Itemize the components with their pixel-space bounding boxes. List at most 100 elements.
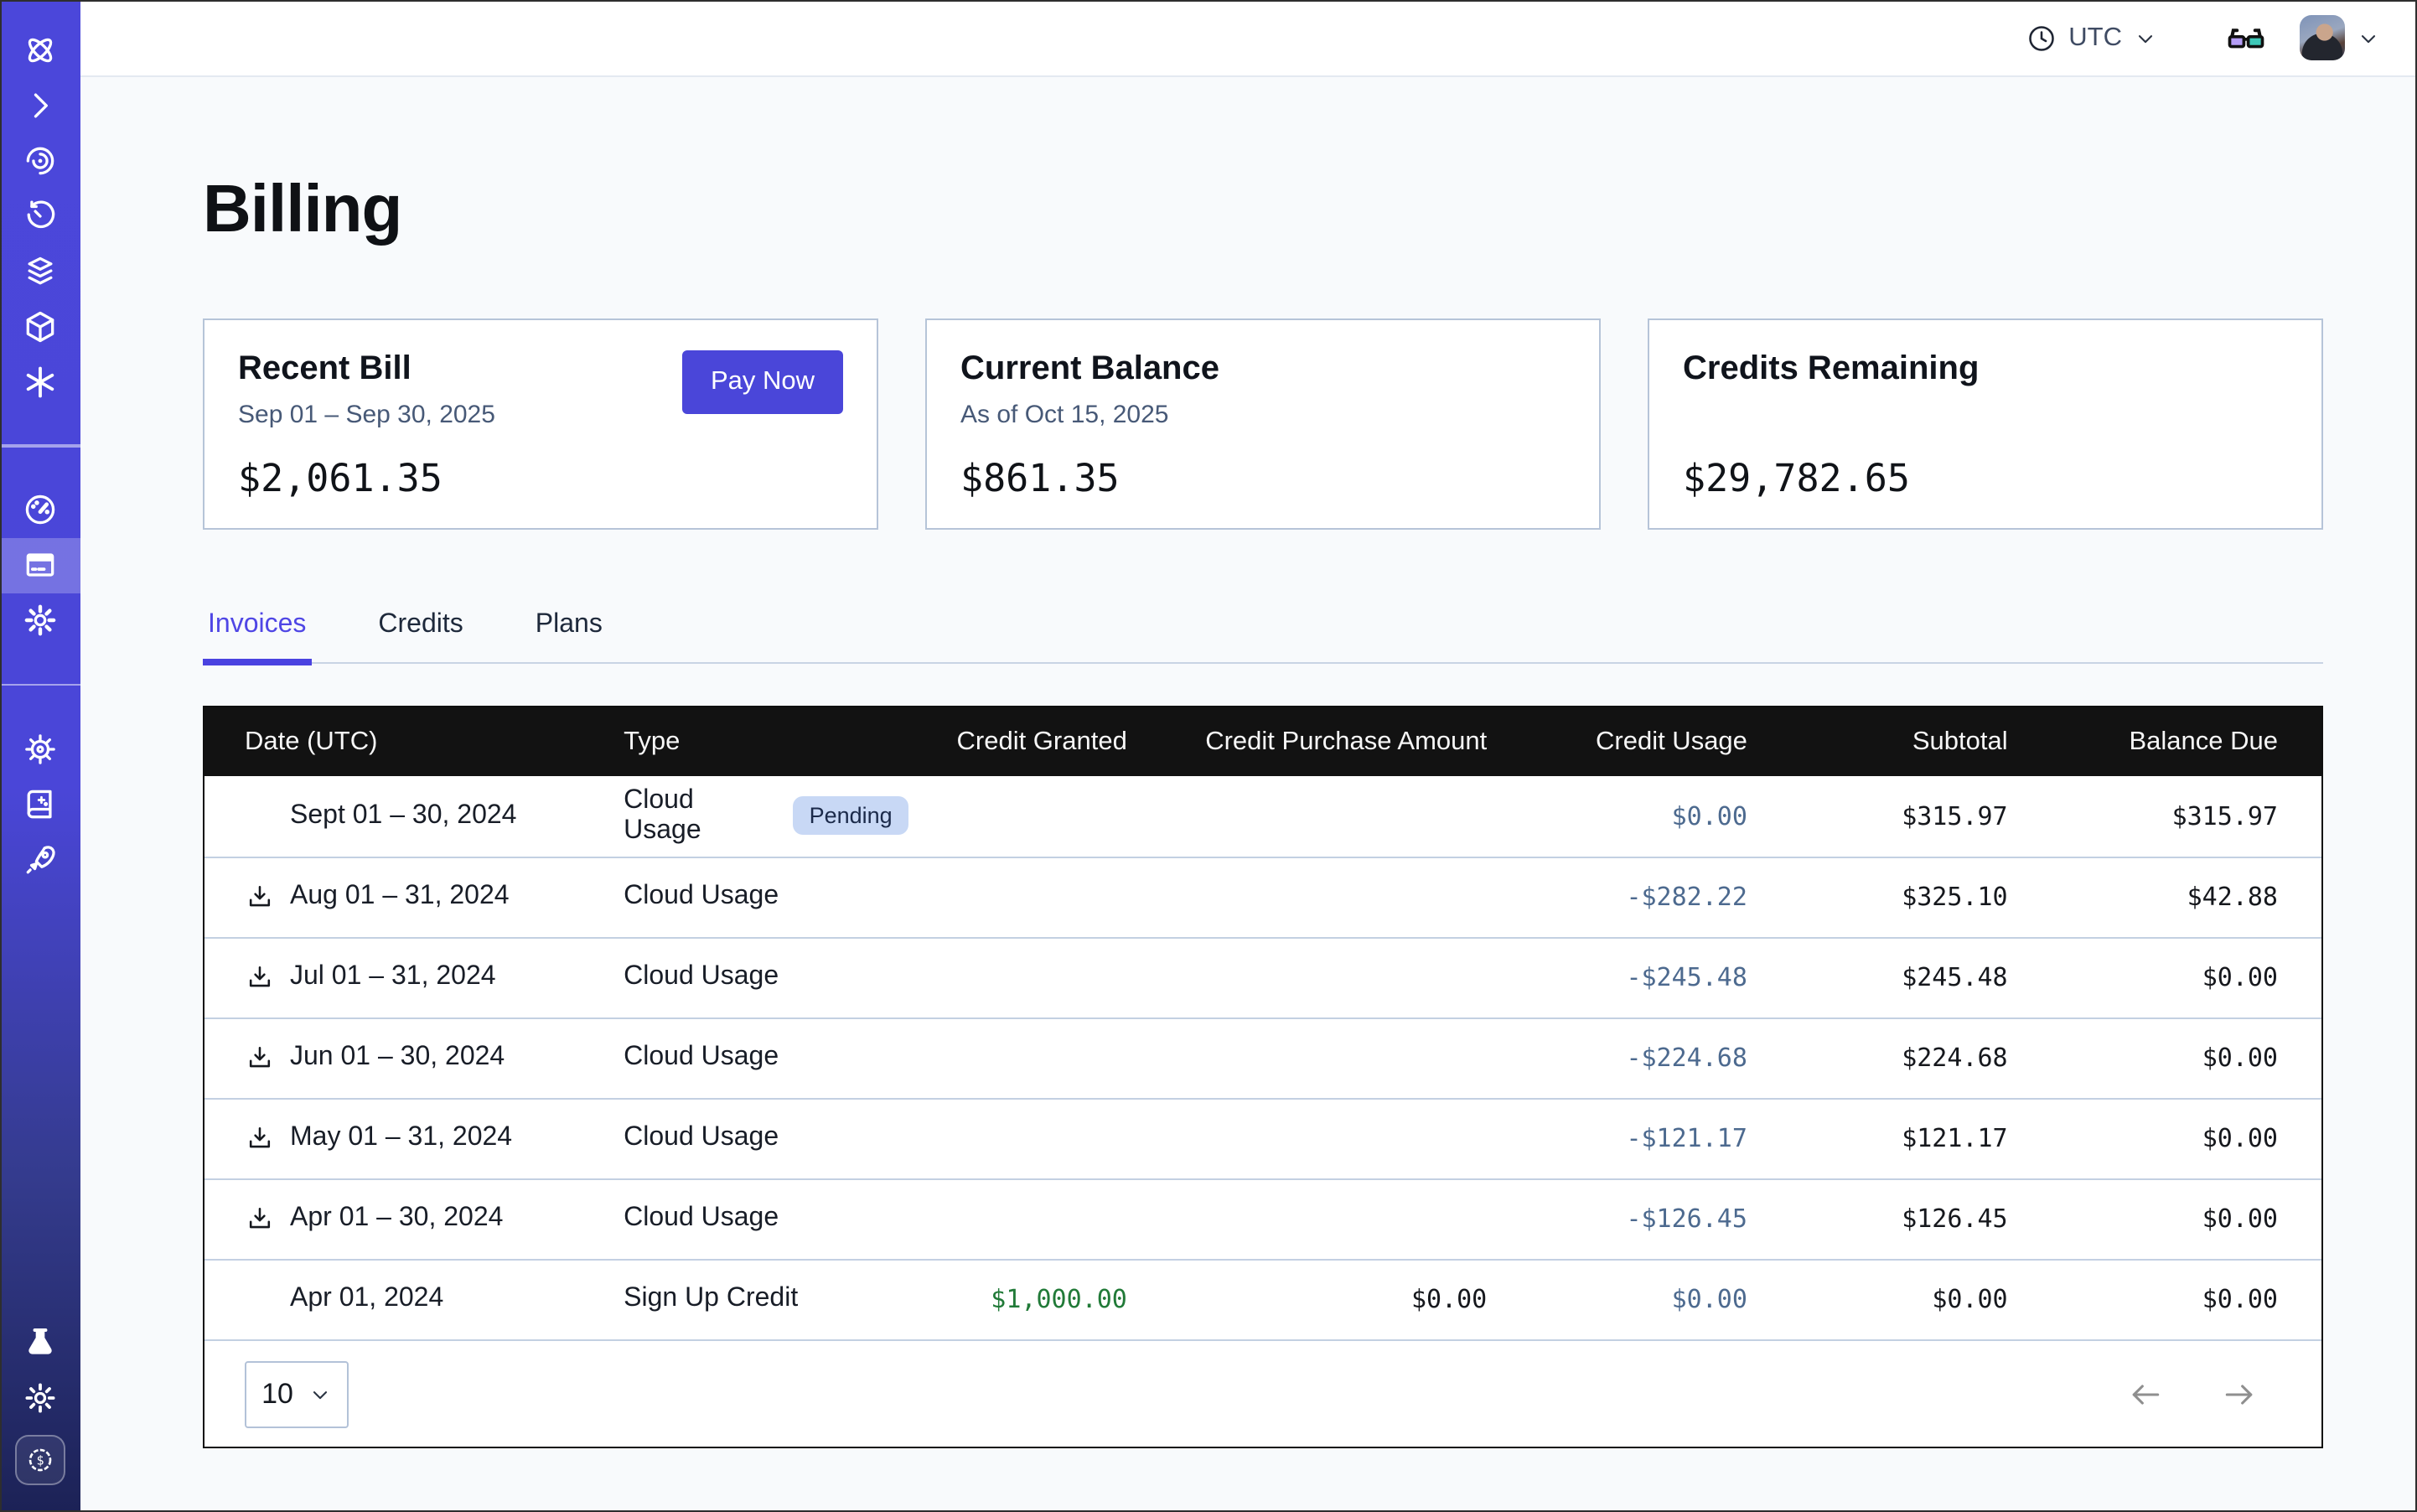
invoice-type: Cloud Usage [624,1043,779,1073]
timezone-selector[interactable]: UTC [2026,23,2157,53]
page-size-value: 10 [261,1377,293,1411]
download-invoice-icon[interactable] [245,962,275,992]
summary-cards: Recent Bill Sep 01 – Sep 30, 2025 $2,061… [203,318,2323,530]
pay-now-button[interactable]: Pay Now [682,350,843,414]
invoice-date: Apr 01, 2024 [290,1285,443,1315]
subtotal-value: $0.00 [1754,1259,2015,1339]
download-invoice-icon[interactable] [245,1204,275,1234]
subtotal-value: $245.48 [1754,937,2015,1017]
sidebar-divider [0,444,80,447]
docs-book-icon[interactable] [0,776,80,831]
theme-sun-icon[interactable] [0,1370,80,1425]
invoice-type: Cloud Usage [624,786,775,847]
subtotal-value: $121.17 [1754,1098,2015,1178]
invoice-date: Jun 01 – 30, 2024 [290,1043,505,1073]
billing-tabs: Invoices Credits Plans [203,610,2323,664]
invoice-type: Sign Up Credit [624,1285,798,1315]
asterisk-icon[interactable] [0,354,80,409]
chevron-down-icon [2134,26,2157,49]
support-helm-icon[interactable] [0,721,80,776]
next-page-arrow-icon[interactable] [2221,1375,2258,1412]
rocket-icon[interactable] [0,831,80,887]
usage-gauge-icon[interactable] [0,482,80,537]
balance-due-value: $0.00 [2015,1017,2321,1098]
sidebar-item-billing[interactable] [0,537,80,593]
prev-page-arrow-icon[interactable] [2127,1375,2164,1412]
credits-remaining-amount: $29,782.65 [1683,458,2288,501]
invoices-table: Date (UTC) Type Credit Granted Credit Pu… [204,707,2321,1339]
credit-purchase-value [1134,857,1493,937]
current-balance-card: Current Balance As of Oct 15, 2025 $861.… [925,318,1601,530]
invoice-row: Aug 01 – 31, 2024 Cloud Usage -$282.22 $… [204,857,2321,937]
sidebar-divider [0,683,80,686]
invoice-date: Sept 01 – 30, 2024 [290,801,516,831]
credit-granted-value [916,857,1134,937]
credit-usage-value: -$245.48 [1493,937,1754,1017]
col-credit-granted: Credit Granted [916,707,1134,776]
subtotal-value: $224.68 [1754,1017,2015,1098]
credit-usage-value: $0.00 [1493,1259,1754,1339]
invoice-row: Apr 01, 2024 Sign Up Credit $1,000.00 $0… [204,1259,2321,1339]
chevron-down-icon [308,1382,332,1406]
download-invoice-icon[interactable] [245,1043,275,1073]
credit-granted-value [916,1098,1134,1178]
app-window: $ UTC Billing Recent Bill Sep 01 – Sep 3… [0,0,2417,1512]
credit-usage-value: -$224.68 [1493,1017,1754,1098]
credit-purchase-value [1134,1178,1493,1259]
page-title: Billing [203,173,2323,248]
card-subtitle [1683,401,2288,431]
credit-granted-value [916,1017,1134,1098]
dollar-badge-icon: $ [23,1443,57,1477]
invoice-date: Aug 01 – 31, 2024 [290,882,510,912]
invoice-type: Cloud Usage [624,1123,779,1153]
table-pagination: 10 [204,1339,2321,1447]
col-type: Type [624,707,916,776]
cube-icon[interactable] [0,298,80,354]
credit-granted-value [916,776,1134,857]
invoice-row: May 01 – 31, 2024 Cloud Usage -$121.17 $… [204,1098,2321,1178]
observe-spiral-icon[interactable] [0,132,80,188]
user-avatar[interactable] [2300,15,2345,60]
credit-purchase-value [1134,1098,1493,1178]
tab-credits[interactable]: Credits [373,610,468,662]
clock-icon [2026,23,2057,53]
labs-flask-icon[interactable] [0,1314,80,1370]
svg-text:$: $ [36,1453,44,1468]
card-subtitle: As of Oct 15, 2025 [960,401,1566,431]
tab-plans[interactable]: Plans [530,610,608,662]
balance-due-value: $0.00 [2015,1178,2321,1259]
invoice-type: Cloud Usage [624,962,779,992]
main-content: Billing Recent Bill Sep 01 – Sep 30, 202… [80,77,2417,1512]
download-invoice-icon[interactable] [245,882,275,912]
balance-due-value: $0.00 [2015,1098,2321,1178]
user-menu-chevron-icon[interactable] [2357,26,2380,49]
page-size-select[interactable]: 10 [245,1360,349,1427]
invoice-row: Jun 01 – 30, 2024 Cloud Usage -$224.68 $… [204,1017,2321,1098]
history-clock-icon[interactable] [0,188,80,243]
credits-remaining-card: Credits Remaining $29,782.65 [1648,318,2323,530]
balance-due-value: $315.97 [2015,776,2321,857]
invoice-row: Sept 01 – 30, 2024 Cloud Usage Pending $… [204,776,2321,857]
glasses-icon[interactable] [2224,16,2268,60]
col-credit-usage: Credit Usage [1493,707,1754,776]
col-balance-due: Balance Due [2015,707,2321,776]
credit-purchase-value [1134,937,1493,1017]
download-invoice-icon[interactable] [245,1123,275,1153]
credit-granted-value [916,937,1134,1017]
balance-due-value: $42.88 [2015,857,2321,937]
col-subtotal: Subtotal [1754,707,2015,776]
recent-bill-card: Recent Bill Sep 01 – Sep 30, 2025 $2,061… [203,318,878,530]
settings-gear-icon[interactable] [0,593,80,648]
credit-usage-value: -$126.45 [1493,1178,1754,1259]
tab-invoices[interactable]: Invoices [203,610,311,662]
invoice-date: Jul 01 – 31, 2024 [290,962,496,992]
invoice-row: Apr 01 – 30, 2024 Cloud Usage -$126.45 $… [204,1178,2321,1259]
app-logo-icon[interactable] [0,22,80,77]
credit-usage-value: -$121.17 [1493,1098,1754,1178]
credits-badge-button[interactable]: $ [15,1435,65,1485]
credit-purchase-value: $0.00 [1134,1259,1493,1339]
current-balance-amount: $861.35 [960,458,1566,501]
balance-due-value: $0.00 [2015,1259,2321,1339]
expand-sidebar-chevron-icon[interactable] [0,77,80,132]
layers-icon[interactable] [0,243,80,298]
